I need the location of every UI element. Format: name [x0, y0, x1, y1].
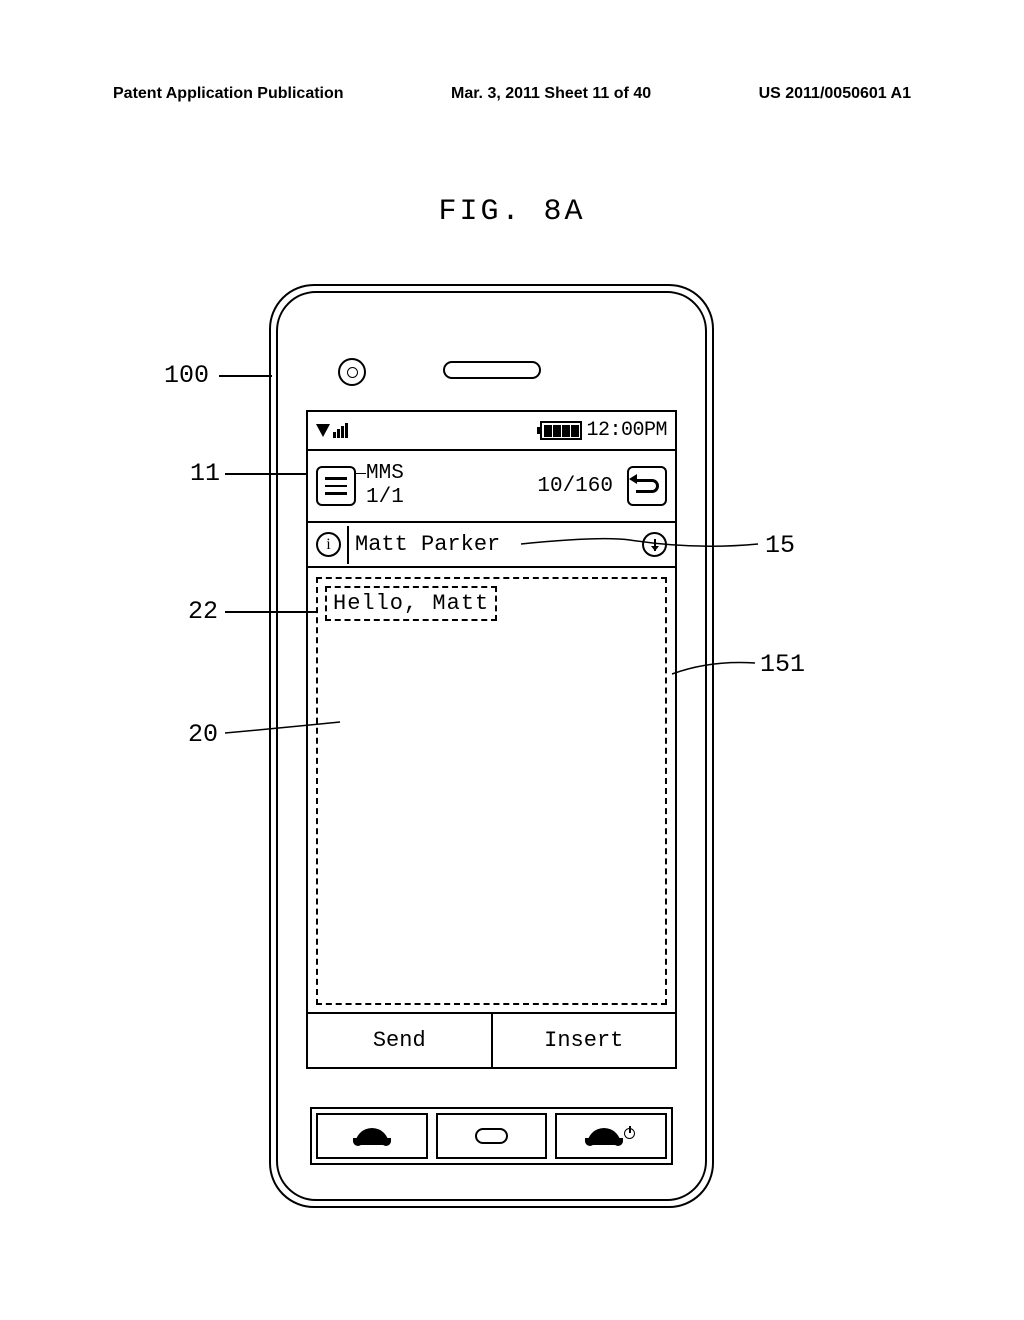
ref-label-20: 20	[188, 720, 218, 749]
back-icon[interactable]	[627, 466, 667, 506]
header-right: US 2011/0050601 A1	[759, 85, 911, 103]
ref-label-15: 15	[765, 531, 795, 560]
contact-name: Matt Parker	[355, 532, 500, 557]
ref-label-100: 100	[164, 361, 209, 390]
char-count: 10/160	[537, 475, 613, 498]
home-button[interactable]	[436, 1113, 548, 1159]
call-button[interactable]	[316, 1113, 428, 1159]
phone-body: 12:00PM MMS 1/1 10/160 i	[269, 284, 714, 1208]
battery-icon	[540, 421, 582, 440]
recipient-row[interactable]: i Matt Parker	[308, 523, 675, 568]
camera-icon	[338, 358, 366, 386]
leader-line	[219, 375, 272, 377]
header-center: Mar. 3, 2011 Sheet 11 of 40	[451, 85, 651, 103]
title-bar: MMS 1/1 10/160	[308, 451, 675, 523]
message-input-area[interactable]: Hello, Matt	[316, 577, 667, 1005]
header-left: Patent Application Publication	[113, 85, 344, 103]
send-button[interactable]: Send	[308, 1014, 493, 1067]
title-text: MMS 1/1	[366, 462, 404, 510]
info-icon[interactable]: i	[316, 532, 341, 557]
page-indicator: 1/1	[366, 486, 404, 510]
signal-icon	[316, 423, 348, 438]
message-text: Hello, Matt	[325, 586, 497, 621]
action-button-row: Send Insert	[308, 1012, 675, 1067]
ref-label-11: 11	[190, 459, 220, 488]
ref-label-151: 151	[760, 650, 805, 679]
status-bar: 12:00PM	[308, 412, 675, 451]
phone-bezel: 12:00PM MMS 1/1 10/160 i	[276, 291, 707, 1201]
ref-label-22: 22	[188, 597, 218, 626]
figure-title: FIG. 8A	[438, 195, 585, 229]
insert-button[interactable]: Insert	[493, 1014, 676, 1067]
touch-screen[interactable]: 12:00PM MMS 1/1 10/160 i	[306, 410, 677, 1069]
dropdown-icon[interactable]	[642, 532, 667, 557]
end-button[interactable]	[555, 1113, 667, 1159]
mms-label: MMS	[366, 462, 404, 486]
hardware-button-row	[310, 1107, 673, 1165]
status-time: 12:00PM	[586, 419, 667, 442]
leader-line	[225, 611, 317, 613]
menu-icon[interactable]	[316, 466, 356, 506]
leader-line	[225, 473, 307, 475]
speaker-icon	[443, 361, 541, 379]
